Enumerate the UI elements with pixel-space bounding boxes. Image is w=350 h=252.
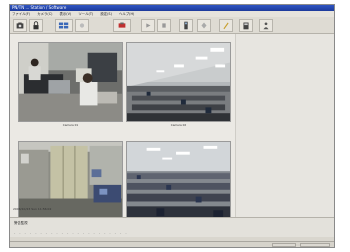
lock-button[interactable]: [29, 19, 43, 32]
multi-view-button[interactable]: [55, 19, 73, 32]
toolbar: [10, 17, 334, 34]
camera-2-image: [127, 43, 230, 121]
pen-button[interactable]: [219, 19, 233, 32]
camera-1-image: [19, 43, 122, 121]
pan-icon: [201, 22, 207, 29]
side-panel: [235, 34, 334, 217]
alarm-icon: [118, 22, 126, 28]
camera-feed-2[interactable]: [126, 42, 231, 122]
camera-viewport: Camera 01 Camera 02: [10, 34, 334, 226]
status-bar: [10, 241, 334, 247]
window-title: PN/TN ... Station / Software: [12, 5, 67, 10]
record-icon: [79, 23, 85, 28]
camera-icon: [16, 22, 24, 29]
play-button[interactable]: [141, 19, 155, 32]
alarm-button[interactable]: [113, 19, 131, 32]
menu-tools[interactable]: ツール(T): [78, 12, 93, 16]
pen-icon: [223, 22, 229, 30]
person-button[interactable]: [259, 19, 273, 32]
record-button[interactable]: [75, 19, 89, 32]
person-icon: [263, 22, 269, 30]
camera-feed-4[interactable]: [126, 141, 231, 221]
menu-view[interactable]: 表示(V): [60, 12, 72, 16]
camera-feed-1[interactable]: [18, 42, 123, 122]
camera-1-label: Camera 01: [62, 123, 79, 127]
stop-button[interactable]: [157, 19, 171, 32]
status-segment-1: [272, 243, 296, 247]
phone-button[interactable]: [179, 19, 193, 32]
save-button[interactable]: [239, 19, 253, 32]
pan-button[interactable]: [197, 19, 211, 32]
menu-file[interactable]: ファイル(F): [12, 12, 30, 16]
play-icon: [146, 23, 151, 28]
menu-help[interactable]: ヘルプ(H): [119, 12, 134, 16]
alert-panel-indicators: - - - - - - - - - - - - - - - - - - - - …: [14, 231, 129, 235]
menu-camera[interactable]: カメラ(C): [37, 12, 52, 16]
lock-icon: [33, 21, 39, 30]
save-icon: [243, 22, 249, 30]
camera-button[interactable]: [13, 19, 27, 32]
menu-settings[interactable]: 設定(S): [100, 12, 112, 16]
alert-panel: 警告監視 - - - - - - - - - - - - - - - - - -…: [10, 217, 334, 237]
app-window: PN/TN ... Station / Software ファイル(F) カメラ…: [9, 4, 335, 248]
grid-icon: [58, 22, 69, 29]
status-segment-2: [300, 243, 330, 247]
camera-4-image: [127, 142, 230, 220]
alert-panel-title: 警告監視: [14, 221, 28, 225]
stop-icon: [162, 23, 166, 28]
camera-2-label: Camera 02: [170, 123, 187, 127]
phone-icon: [184, 21, 188, 30]
datetime-info: 2006/10/23 Sun 11:56:02: [13, 207, 52, 211]
